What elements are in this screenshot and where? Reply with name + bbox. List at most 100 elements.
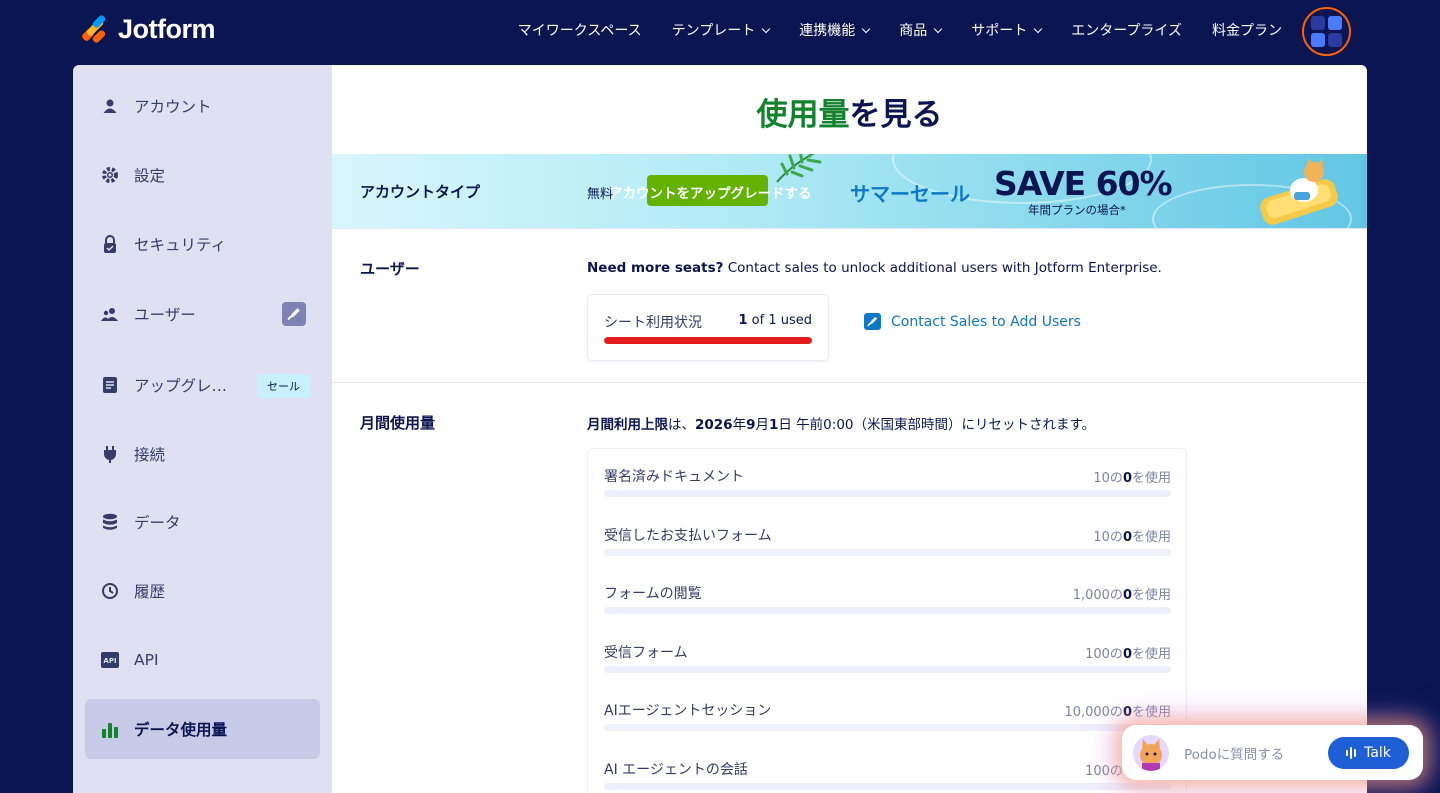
cat-on-float-illustration xyxy=(1260,158,1338,225)
seat-usage-value: 1 of 1 used xyxy=(738,313,812,328)
rocket-icon xyxy=(864,313,881,330)
top-navbar: Jotform マイワークスペース テンプレート 連携機能 商品 サポート エンタープライ… xyxy=(0,0,1440,64)
users-intro-bold: Need more seats? xyxy=(587,260,724,276)
usage-label: AI エージェントの会話 xyxy=(604,762,748,778)
usage-reset-text: 月間利用上限は、2026年9月1日 午前0:00（米国東部時間）にリセットされま… xyxy=(587,413,1095,433)
svg-text:API: API xyxy=(103,657,116,665)
usage-value: 10,000の0を使用 xyxy=(1064,701,1171,720)
usage-bar xyxy=(604,490,1171,497)
chevron-down-icon xyxy=(1034,24,1043,33)
sidebar-item[interactable]: API API xyxy=(85,630,320,690)
podo-prompt-input[interactable]: Podoに質問する xyxy=(1184,743,1284,763)
nav-item-label: サポート xyxy=(971,23,1028,39)
usage-suffix: を使用 xyxy=(1131,471,1171,486)
jotform-logo-icon xyxy=(80,13,108,45)
sidebar-item-label: アップグレ… xyxy=(134,377,228,395)
sidebar-item-label: データ使用量 xyxy=(134,721,228,739)
nav-item[interactable]: テンプレート xyxy=(671,20,771,40)
voice-icon xyxy=(1346,747,1357,759)
usage-bar xyxy=(604,724,1171,732)
upgrade-icon xyxy=(101,376,119,394)
sidebar-item-label: 設定 xyxy=(134,167,166,185)
seat-used-rest: of 1 used xyxy=(747,313,812,328)
main-nav: マイワークスペース テンプレート 連携機能 商品 サポート エンタープライズ 料金プラン xyxy=(518,20,1282,40)
history-icon xyxy=(101,582,119,600)
usage-row: AIエージェントセッション 10,000の0を使用 xyxy=(604,700,1171,758)
sidebar-item[interactable]: アップグレ… セール xyxy=(85,355,320,415)
usage-limit: 10,000の xyxy=(1064,705,1123,721)
sidebar-item[interactable]: ユーザー xyxy=(85,284,320,344)
usage-value: 1,000の0を使用 xyxy=(1073,584,1171,603)
reset-day: 1 xyxy=(768,417,779,433)
sidebar-item-label: データ xyxy=(134,514,181,532)
upgrade-account-label[interactable]: アカウントをアップグレードする xyxy=(609,182,812,202)
nav-item[interactable]: サポート xyxy=(971,20,1043,40)
nav-item-label: 料金プラン xyxy=(1212,23,1282,39)
summer-sale-title: サマーセール xyxy=(850,182,970,206)
usage-row: 受信したお支払いフォーム 10の0を使用 xyxy=(604,525,1171,583)
reset-year: 2026 xyxy=(695,417,733,433)
usage-label: フォームの閲覧 xyxy=(604,586,702,603)
sidebar-item-label: 履歴 xyxy=(134,583,166,601)
nav-item[interactable]: 商品 xyxy=(899,20,943,40)
contact-sales-link[interactable]: Contact Sales to Add Users xyxy=(864,313,1081,330)
podo-avatar-icon xyxy=(1133,735,1169,771)
usage-limit: 10の xyxy=(1093,529,1123,545)
page-title: 使用量を見る xyxy=(332,89,1367,134)
lock-icon xyxy=(101,235,119,253)
nav-item[interactable]: 連携機能 xyxy=(799,20,871,40)
page-title-rest: を見る xyxy=(849,97,943,133)
user-icon xyxy=(101,97,119,115)
podo-assistant-widget[interactable]: Podoに質問する Talk xyxy=(1122,725,1423,780)
chevron-down-icon xyxy=(934,24,943,33)
users-icon xyxy=(101,305,119,323)
brand-name: Jotform xyxy=(118,14,216,44)
database-icon xyxy=(101,513,119,531)
sidebar-item[interactable]: アカウント xyxy=(85,76,320,136)
usage-bar xyxy=(604,548,1171,556)
usage-used: 0 xyxy=(1122,471,1132,486)
monthly-usage-section-label: 月間使用量 xyxy=(360,414,436,432)
talk-button[interactable]: Talk xyxy=(1328,737,1409,769)
account-type-promo-banner: アカウントタイプ 無料 アカウントをアップグレードする サマーセール SAVE … xyxy=(332,154,1367,228)
user-avatar[interactable] xyxy=(1302,7,1351,56)
users-intro-rest: Contact sales to unlock additional users… xyxy=(723,260,1162,276)
sidebar-item[interactable]: データ xyxy=(85,492,320,552)
reset-month-suffix: 月 xyxy=(755,417,769,433)
nav-item-label: 商品 xyxy=(899,23,928,39)
nav-item-label: 連携機能 xyxy=(799,23,856,39)
contact-sales-label[interactable]: Contact Sales to Add Users xyxy=(891,314,1081,330)
nav-item[interactable]: 料金プラン xyxy=(1212,20,1282,40)
usage-value: 10の0を使用 xyxy=(1093,467,1171,486)
sidebar-item[interactable]: 接続 xyxy=(85,424,320,484)
nav-item-label: テンプレート xyxy=(671,23,756,39)
plug-icon xyxy=(101,445,119,463)
sidebar-item-label: アカウント xyxy=(134,98,212,116)
nav-item[interactable]: エンタープライズ xyxy=(1071,20,1182,40)
jotform-logo[interactable]: Jotform xyxy=(80,13,216,45)
usage-limit: 100の xyxy=(1085,764,1123,779)
reset-rest: 日 午前0:00（米国東部時間）にリセットされます。 xyxy=(778,417,1096,433)
sidebar-item[interactable]: 履歴 xyxy=(85,561,320,621)
nav-item-label: マイワークスペース xyxy=(517,23,642,39)
usage-value: 10の0を使用 xyxy=(1093,526,1171,545)
nav-item[interactable]: マイワークスペース xyxy=(518,20,642,40)
usage-used: 0 xyxy=(1122,588,1132,604)
settings-sidebar: アカウント設定セキュリティユーザーアップグレ… セール接続データ履歴 API API デ… xyxy=(73,65,332,793)
sale-badge: セール xyxy=(257,374,310,398)
rocket-icon xyxy=(282,302,306,326)
sidebar-item[interactable]: 設定 xyxy=(85,145,320,205)
palm-leaf-icon xyxy=(776,154,822,183)
sidebar-item-label: 接続 xyxy=(134,446,166,464)
sidebar-item[interactable]: セキュリティ xyxy=(85,214,320,274)
api-icon: API xyxy=(101,651,119,669)
seat-used-count: 1 xyxy=(738,313,748,328)
sidebar-item-label: ユーザー xyxy=(134,306,196,324)
usage-limit: 10の xyxy=(1093,471,1123,486)
usage-used: 0 xyxy=(1122,529,1132,545)
gear-icon xyxy=(101,166,119,184)
seat-usage-bar xyxy=(604,337,812,344)
usage-limit: 1,000の xyxy=(1072,588,1123,604)
sidebar-item[interactable]: データ使用量 xyxy=(85,699,320,759)
usage-label: 署名済みドキュメント xyxy=(604,469,744,485)
